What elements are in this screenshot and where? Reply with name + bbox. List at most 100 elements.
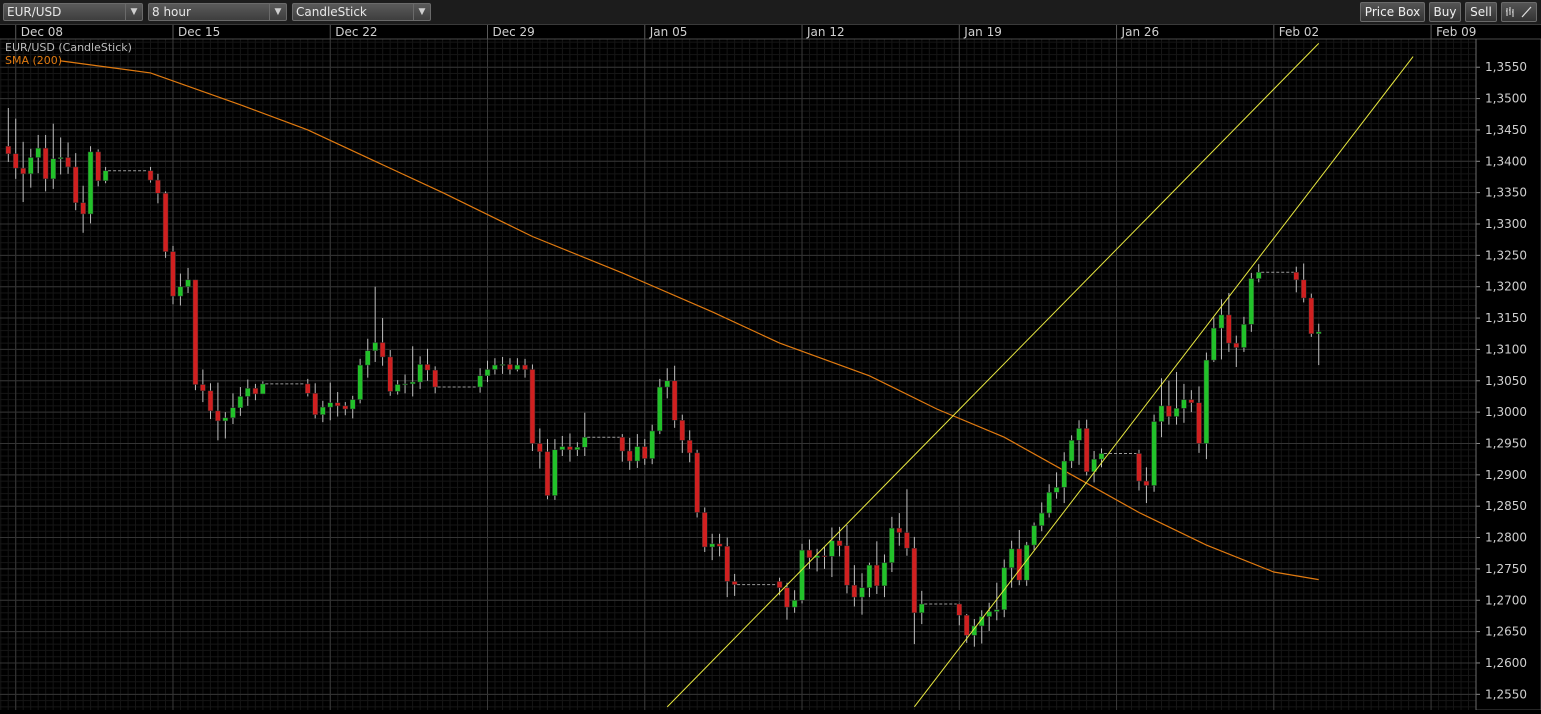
y-tick-label: 1,3350 xyxy=(1485,186,1527,200)
y-tick-label: 1,3250 xyxy=(1485,248,1527,262)
candle-down xyxy=(424,364,431,371)
candle-down xyxy=(844,545,850,586)
y-tick-label: 1,3200 xyxy=(1485,280,1527,294)
chevron-down-icon[interactable]: ▼ xyxy=(413,4,430,20)
candle-up xyxy=(634,446,641,462)
legend-indicator: SMA (200) xyxy=(5,54,62,67)
x-tick-label: Feb 09 xyxy=(1436,25,1476,39)
interval-select-value: 8 hour xyxy=(152,5,191,19)
symbol-select[interactable]: EUR/USD ▼ xyxy=(3,3,143,21)
y-tick-label: 1,2650 xyxy=(1485,625,1527,639)
y-tick-label: 1,3150 xyxy=(1485,311,1527,325)
candle-down xyxy=(20,167,26,175)
candle-down xyxy=(626,450,633,462)
y-tick-label: 1,3100 xyxy=(1485,342,1527,356)
candle-down xyxy=(956,603,963,616)
candle-down xyxy=(147,170,154,181)
candle-down xyxy=(567,446,573,451)
y-tick-label: 1,2700 xyxy=(1485,593,1527,607)
candle-down xyxy=(379,342,386,358)
candle-up xyxy=(1001,567,1007,610)
candle-up xyxy=(477,375,483,388)
candle-up xyxy=(349,399,356,410)
candle-up xyxy=(372,342,378,351)
sell-button[interactable]: Sell xyxy=(1465,2,1497,22)
y-tick-label: 1,3000 xyxy=(1485,405,1527,419)
candle-up xyxy=(799,549,805,601)
buy-button[interactable]: Buy xyxy=(1429,2,1461,22)
candle-up xyxy=(409,381,416,385)
candle-down xyxy=(529,369,536,444)
candle-down xyxy=(1233,342,1240,348)
draw-line-icon xyxy=(1521,6,1532,18)
candle-up xyxy=(657,386,663,432)
candle-up xyxy=(514,364,521,370)
chart-area[interactable]: Dec 08 Dec 15 Dec 22 Dec 29 Jan 05 Jan 12 Jan … xyxy=(0,25,1541,711)
x-tick-label: Dec 15 xyxy=(178,25,220,39)
candle-down xyxy=(170,251,176,297)
candle-down xyxy=(537,443,543,452)
candle-up xyxy=(1053,487,1060,493)
y-tick-label: 1,2750 xyxy=(1485,562,1527,576)
x-tick-label: Jan 12 xyxy=(806,25,845,39)
chart-type-select-value: CandleStick xyxy=(296,5,367,19)
x-tick-label: Feb 02 xyxy=(1279,25,1319,39)
candle-down xyxy=(1083,428,1090,472)
chart-background xyxy=(0,25,1541,710)
candle-up xyxy=(1173,408,1180,417)
candle-up xyxy=(1008,548,1015,568)
candle-up xyxy=(866,564,873,588)
candle-down xyxy=(896,527,903,533)
candle-up xyxy=(492,364,498,370)
candle-down xyxy=(215,410,221,422)
candle-down xyxy=(1136,453,1142,482)
x-tick-label: Dec 08 xyxy=(21,25,63,39)
candle-up xyxy=(1203,359,1210,444)
candle-down xyxy=(162,193,169,252)
y-tick-label: 1,3450 xyxy=(1485,123,1527,137)
candle-down xyxy=(72,166,79,203)
chart-window: EUR/USD ▼ 8 hour ▼ CandleStick ▼ Price B… xyxy=(0,0,1541,711)
symbol-select-value: EUR/USD xyxy=(7,5,62,19)
candle-up xyxy=(649,430,655,459)
candle-down xyxy=(155,179,161,194)
candle-up xyxy=(1256,272,1262,279)
candle-down xyxy=(207,390,214,412)
candle-up xyxy=(365,350,371,366)
candle-up xyxy=(559,446,566,451)
candle-up xyxy=(327,402,333,408)
candle-down xyxy=(851,584,858,598)
candle-down xyxy=(95,151,101,181)
candle-down xyxy=(252,388,259,395)
candle-up xyxy=(791,600,798,608)
candle-up xyxy=(1151,421,1157,486)
price-chart[interactable]: Dec 08 Dec 15 Dec 22 Dec 29 Jan 05 Jan 12 Jan … xyxy=(0,25,1541,711)
candle-down xyxy=(702,512,708,548)
candle-down xyxy=(305,383,311,394)
candle-down xyxy=(312,393,318,415)
price-box-button[interactable]: Price Box xyxy=(1360,2,1425,22)
candle-up xyxy=(582,436,588,448)
candle-down xyxy=(1016,548,1023,581)
candle-down xyxy=(686,440,693,454)
x-tick-label: Jan 26 xyxy=(1121,25,1160,39)
chevron-down-icon[interactable]: ▼ xyxy=(269,4,286,20)
candle-down xyxy=(42,147,49,180)
candle-down xyxy=(1293,272,1300,281)
y-tick-label: 1,2600 xyxy=(1485,656,1527,670)
candle-up xyxy=(1181,399,1187,409)
candle-up xyxy=(829,540,835,557)
candle-down xyxy=(716,543,723,547)
candle-up xyxy=(881,562,888,587)
chart-tools-button[interactable] xyxy=(1501,2,1537,22)
candle-down xyxy=(1166,405,1172,417)
candle-down xyxy=(776,581,783,588)
interval-select[interactable]: 8 hour ▼ xyxy=(148,3,287,21)
chevron-down-icon[interactable]: ▼ xyxy=(125,4,142,20)
chart-type-select[interactable]: CandleStick ▼ xyxy=(292,3,431,21)
candle-down xyxy=(619,436,626,452)
y-tick-label: 1,3550 xyxy=(1485,60,1527,74)
candle-down xyxy=(5,145,12,155)
candle-down xyxy=(432,369,438,388)
x-tick-label: Jan 19 xyxy=(963,25,1002,39)
